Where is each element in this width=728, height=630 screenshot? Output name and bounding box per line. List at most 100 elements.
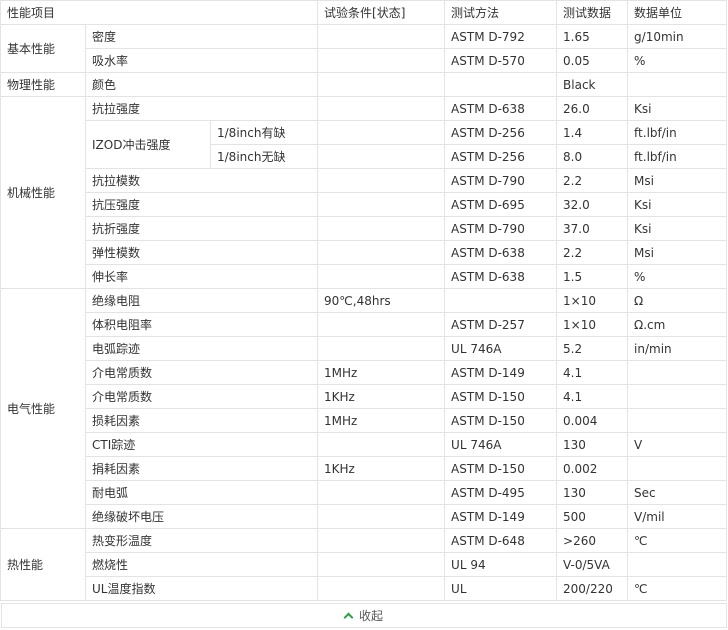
condition-cell	[317, 504, 446, 529]
method-cell	[444, 288, 558, 313]
method-cell: UL 94	[444, 552, 558, 577]
condition-cell	[317, 336, 446, 361]
unit-cell: ℃	[627, 576, 727, 601]
condition-cell	[317, 96, 446, 121]
property-name: 绝缘破坏电压	[84, 504, 319, 529]
property-name: 热变形温度	[84, 528, 319, 553]
property-name: 耐电弧	[84, 480, 319, 505]
value-cell: 4.1	[556, 384, 629, 409]
method-cell: ASTM D-150	[444, 456, 558, 481]
value-cell: 32.0	[556, 192, 629, 217]
method-cell: ASTM D-790	[444, 216, 558, 241]
table-row: CTI踪迹 UL 746A 130 V	[1, 432, 727, 457]
method-cell: ASTM D-257	[444, 312, 558, 337]
method-cell: ASTM D-570	[444, 48, 558, 73]
property-name: 密度	[84, 24, 319, 49]
header-condition: 试验条件[状态]	[317, 0, 446, 25]
property-name: 捐耗因素	[84, 456, 319, 481]
unit-cell: V/mil	[627, 504, 727, 529]
method-cell: UL	[444, 576, 558, 601]
value-cell: 500	[556, 504, 629, 529]
unit-cell	[627, 384, 727, 409]
method-cell: UL 746A	[444, 432, 558, 457]
property-name: 颜色	[84, 72, 319, 97]
table-row: UL温度指数 UL 200/220 ℃	[1, 576, 727, 601]
header-unit: 数据单位	[627, 0, 727, 25]
condition-cell	[317, 480, 446, 505]
method-cell: ASTM D-150	[444, 408, 558, 433]
table-row: 抗拉模数 ASTM D-790 2.2 Msi	[1, 168, 727, 193]
unit-cell: %	[627, 264, 727, 289]
table-row: 伸长率 ASTM D-638 1.5 %	[1, 264, 727, 289]
property-name: 吸水率	[84, 48, 319, 73]
table-row: 捐耗因素 1KHz ASTM D-150 0.002	[1, 456, 727, 481]
value-cell: 1×10	[556, 288, 629, 313]
property-name: 抗压强度	[84, 192, 319, 217]
unit-cell: %	[627, 48, 727, 73]
method-cell	[444, 72, 558, 97]
property-name: CTI踪迹	[84, 432, 319, 457]
method-cell: ASTM D-638	[444, 96, 558, 121]
method-cell: ASTM D-256	[444, 144, 558, 169]
method-cell: ASTM D-790	[444, 168, 558, 193]
header-row: 性能项目 试验条件[状态] 测试方法 测试数据 数据单位	[0, 0, 727, 25]
izod-notched: 1/8inch有缺	[209, 120, 319, 145]
condition-cell	[317, 216, 446, 241]
condition-cell: 1MHz	[317, 408, 446, 433]
unit-cell: g/10min	[627, 24, 727, 49]
property-name: UL温度指数	[84, 576, 319, 601]
table-row: 物理性能 颜色 Black	[0, 72, 727, 97]
izod-unnotched: 1/8inch无缺	[209, 144, 319, 169]
value-cell: 130	[556, 480, 629, 505]
method-cell: UL 746A	[444, 336, 558, 361]
collapse-button[interactable]: 收起	[1, 603, 727, 628]
method-cell: ASTM D-792	[444, 24, 558, 49]
method-cell: ASTM D-149	[444, 504, 558, 529]
condition-cell	[317, 144, 446, 169]
unit-cell	[627, 408, 727, 433]
condition-cell	[317, 120, 446, 145]
value-cell: 26.0	[556, 96, 629, 121]
chevron-up-icon	[343, 612, 354, 623]
value-cell: 1.5	[556, 264, 629, 289]
value-cell: 8.0	[556, 144, 629, 169]
condition-cell	[317, 192, 446, 217]
table-row: 机械性能 抗拉强度 ASTM D-638 26.0 Ksi	[0, 96, 727, 289]
table-row: 介电常质数 1MHz ASTM D-149 4.1	[1, 360, 727, 385]
value-cell: 130	[556, 432, 629, 457]
condition-cell: 1KHz	[317, 384, 446, 409]
property-name: 介电常质数	[84, 360, 319, 385]
table-row: 抗折强度 ASTM D-790 37.0 Ksi	[1, 216, 727, 241]
value-cell: 2.2	[556, 168, 629, 193]
condition-cell: 1KHz	[317, 456, 446, 481]
method-cell: ASTM D-638	[444, 240, 558, 265]
property-name: 弹性模数	[84, 240, 319, 265]
condition-cell	[317, 576, 446, 601]
table-row: 耐电弧 ASTM D-495 130 Sec	[1, 480, 727, 505]
unit-cell	[627, 552, 727, 577]
value-cell: Black	[556, 72, 629, 97]
table-row: 介电常质数 1KHz ASTM D-150 4.1	[1, 384, 727, 409]
value-cell: >260	[556, 528, 629, 553]
table-row: 基本性能 密度 ASTM D-792 1.65 g/10min	[0, 24, 727, 73]
category-basic: 基本性能	[0, 24, 86, 73]
property-name: 电弧踪迹	[84, 336, 319, 361]
condition-cell: 1MHz	[317, 360, 446, 385]
category-electrical: 电气性能	[0, 288, 86, 529]
unit-cell: Ksi	[627, 96, 727, 121]
unit-cell: in/min	[627, 336, 727, 361]
category-physical: 物理性能	[0, 72, 86, 97]
property-name: 体积电阻率	[84, 312, 319, 337]
property-name: 燃烧性	[84, 552, 319, 577]
unit-cell: Ω.cm	[627, 312, 727, 337]
table-row: 弹性模数 ASTM D-638 2.2 Msi	[1, 240, 727, 265]
table-row: IZOD冲击强度 1/8inch有缺 ASTM D-256 1.4 ft.lbf…	[1, 120, 727, 169]
condition-cell	[317, 24, 446, 49]
table-row: 抗压强度 ASTM D-695 32.0 Ksi	[1, 192, 727, 217]
unit-cell: ℃	[627, 528, 727, 553]
condition-cell	[317, 240, 446, 265]
unit-cell	[627, 360, 727, 385]
table-row: 热性能 热变形温度 ASTM D-648 >260 ℃	[0, 528, 727, 601]
unit-cell: Ksi	[627, 216, 727, 241]
value-cell: 37.0	[556, 216, 629, 241]
